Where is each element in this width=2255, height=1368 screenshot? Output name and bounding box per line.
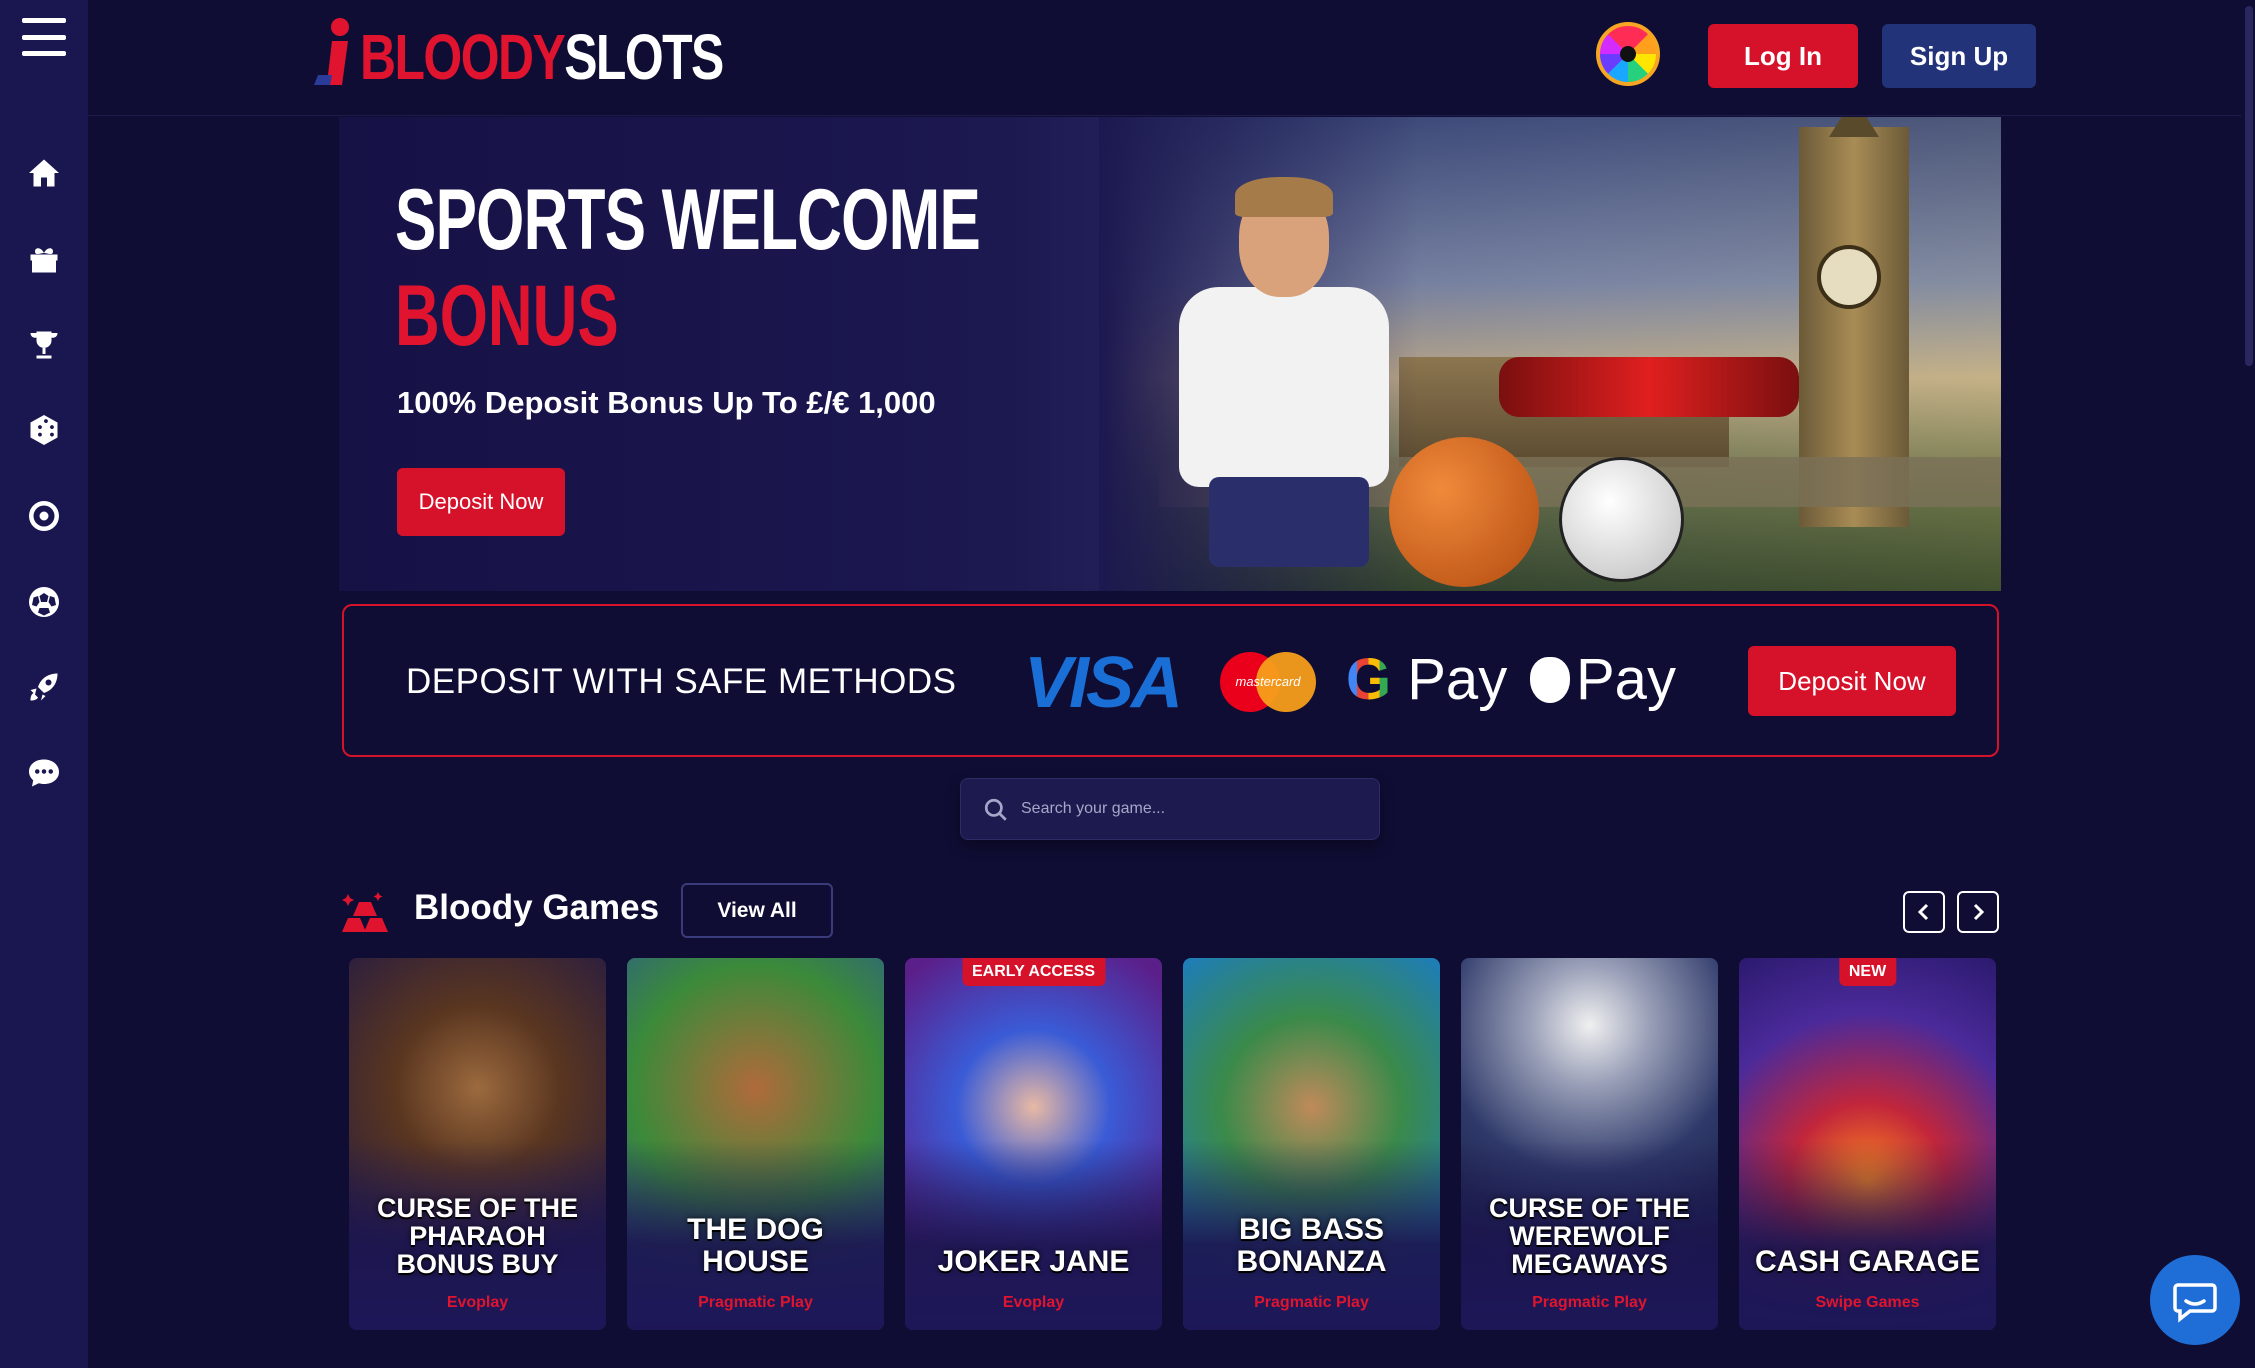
chevron-left-icon bbox=[1917, 903, 1929, 921]
deposit-methods-band: DEPOSIT WITH SAFE METHODS VISA mastercar… bbox=[342, 604, 1999, 757]
search-icon bbox=[984, 798, 1007, 821]
game-card[interactable]: CURSE OF THE PHARAOH BONUS BUY Evoplay bbox=[349, 958, 606, 1330]
sidebar bbox=[0, 0, 88, 1368]
band-deposit-button[interactable]: Deposit Now bbox=[1748, 646, 1956, 716]
mastercard-label: mastercard bbox=[1235, 674, 1301, 689]
trophy-icon[interactable] bbox=[26, 327, 62, 363]
google-pay-logo: G Pay bbox=[1346, 647, 1508, 712]
hamburger-menu-icon[interactable] bbox=[22, 18, 66, 56]
hero-clock-image bbox=[1817, 245, 1881, 309]
view-all-button[interactable]: View All bbox=[681, 883, 833, 938]
hero-title-line2: BONUS bbox=[395, 268, 619, 364]
gift-icon[interactable] bbox=[26, 241, 62, 277]
game-title: THE DOG HOUSE bbox=[687, 1213, 824, 1278]
deposit-methods-text: DEPOSIT WITH SAFE METHODS bbox=[406, 662, 957, 701]
early-access-badge: EARLY ACCESS bbox=[962, 958, 1105, 986]
live-chat-button[interactable] bbox=[2150, 1255, 2240, 1345]
hero-title-line1: SPORTS WELCOME bbox=[395, 172, 981, 268]
game-title: CURSE OF THE PHARAOH BONUS BUY bbox=[376, 1193, 578, 1279]
live-chat-icon bbox=[2173, 1283, 2217, 1323]
visa-logo: VISA bbox=[1024, 643, 1183, 723]
game-title: CASH GARAGE bbox=[1754, 1245, 1980, 1278]
prize-wheel-icon[interactable] bbox=[1596, 22, 1660, 86]
logo-mark-icon bbox=[310, 17, 360, 97]
game-card[interactable]: NEW CASH GARAGE Swipe Games bbox=[1739, 958, 1996, 1330]
mastercard-logo: mastercard bbox=[1220, 652, 1316, 712]
gold-bars-icon bbox=[338, 888, 390, 936]
carousel-prev-button[interactable] bbox=[1903, 891, 1945, 933]
game-provider: Evoplay bbox=[1002, 1294, 1065, 1311]
logo-text: BLOODYSLOTS bbox=[360, 20, 724, 94]
rocket-icon[interactable] bbox=[26, 669, 62, 705]
game-search bbox=[960, 778, 1380, 840]
roulette-icon[interactable] bbox=[26, 498, 62, 534]
signup-button[interactable]: Sign Up bbox=[1882, 24, 2036, 88]
search-input[interactable] bbox=[1021, 779, 1361, 839]
game-card[interactable]: CURSE OF THE WEREWOLF MEGAWAYS Pragmatic… bbox=[1461, 958, 1718, 1330]
apple-icon bbox=[1530, 657, 1570, 703]
game-provider: Evoplay bbox=[446, 1294, 509, 1311]
logo-text-slots: SLOTS bbox=[564, 21, 724, 93]
apple-pay-logo: Pay bbox=[1530, 646, 1676, 713]
page-scrollbar[interactable] bbox=[2241, 0, 2255, 1368]
game-card[interactable]: BIG BASS BONANZA Pragmatic Play bbox=[1183, 958, 1440, 1330]
hero-player-image bbox=[1169, 167, 1399, 591]
dice-icon[interactable] bbox=[26, 412, 62, 448]
gpay-label: Pay bbox=[1407, 647, 1508, 712]
game-provider: Pragmatic Play bbox=[1254, 1294, 1369, 1311]
game-provider: Pragmatic Play bbox=[1532, 1294, 1647, 1311]
soccer-ball-icon[interactable] bbox=[26, 584, 62, 620]
game-title: BIG BASS BONANZA bbox=[1236, 1213, 1387, 1278]
game-card[interactable]: EARLY ACCESS JOKER JANE Evoplay bbox=[905, 958, 1162, 1330]
hero-race-car-image bbox=[1499, 357, 1799, 417]
hero-subtitle: 100% Deposit Bonus Up To £/€ 1,000 bbox=[397, 385, 936, 420]
logo-text-bloody: BLOODY bbox=[360, 21, 566, 93]
site-logo[interactable]: BLOODYSLOTS bbox=[310, 14, 825, 100]
home-icon[interactable] bbox=[26, 155, 62, 191]
carousel-next-button[interactable] bbox=[1957, 891, 1999, 933]
chat-bubble-icon[interactable] bbox=[26, 755, 62, 791]
login-button[interactable]: Log In bbox=[1708, 24, 1858, 88]
top-header: BLOODYSLOTS Log In Sign Up bbox=[88, 0, 2255, 116]
scrollbar-thumb[interactable] bbox=[2245, 6, 2253, 366]
game-title: JOKER JANE bbox=[937, 1245, 1130, 1278]
hero-banner[interactable]: SPORTS WELCOME BONUS 100% Deposit Bonus … bbox=[339, 117, 2001, 591]
soccer-ball-image bbox=[1559, 457, 1684, 582]
new-badge: NEW bbox=[1838, 958, 1897, 986]
basketball-image bbox=[1389, 437, 1539, 587]
game-card[interactable]: THE DOG HOUSE Pragmatic Play bbox=[627, 958, 884, 1330]
hero-deposit-button[interactable]: Deposit Now bbox=[397, 468, 565, 536]
game-title: CURSE OF THE WEREWOLF MEGAWAYS bbox=[1488, 1193, 1690, 1279]
game-provider: Swipe Games bbox=[1815, 1294, 1920, 1311]
chevron-right-icon bbox=[1973, 903, 1985, 921]
game-provider: Pragmatic Play bbox=[698, 1294, 813, 1311]
apay-label: Pay bbox=[1576, 647, 1676, 712]
games-section-title: Bloody Games bbox=[414, 888, 660, 927]
games-carousel: CURSE OF THE PHARAOH BONUS BUY Evoplay T… bbox=[349, 958, 1999, 1330]
